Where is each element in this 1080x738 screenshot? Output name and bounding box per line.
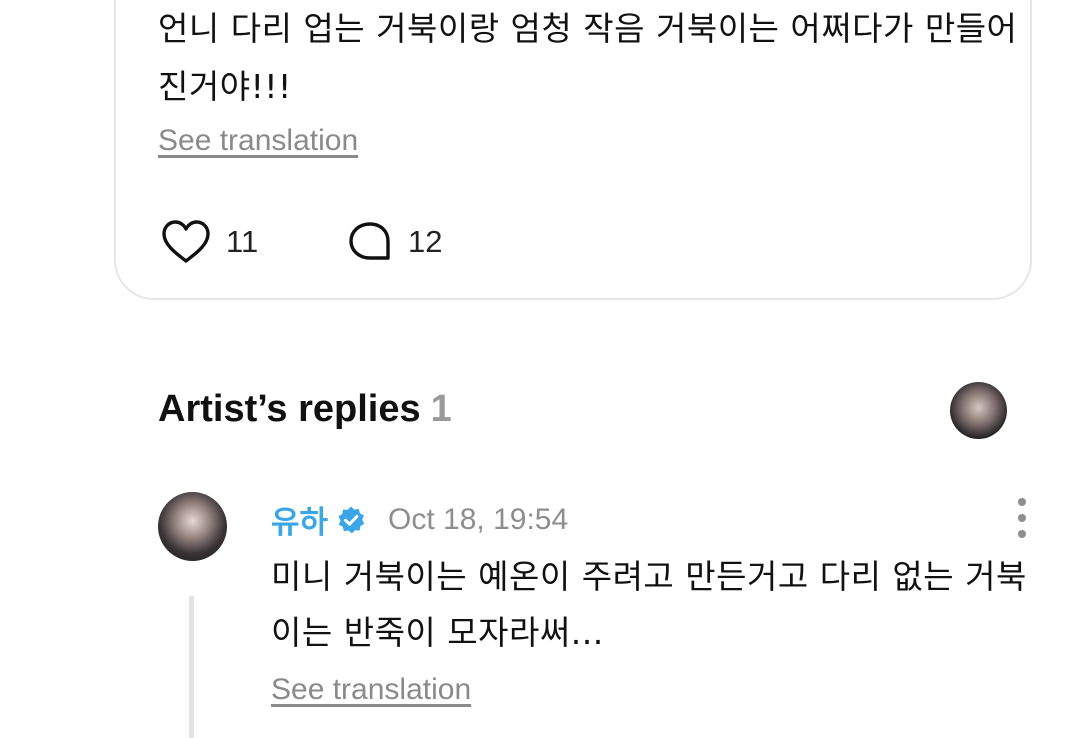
like-count: 11 xyxy=(226,224,259,259)
reply-author-avatar[interactable] xyxy=(158,492,227,561)
reply-meta: 유하 Oct 18, 19:54 xyxy=(271,497,568,542)
artist-replies-screen: 언니 다리 업는 거북이랑 엄청 작음 거북이는 어쩌다가 만들어진거야!!! … xyxy=(0,0,1080,738)
comment-text: 언니 다리 업는 거북이랑 엄청 작음 거북이는 어쩌다가 만들어진거야!!! xyxy=(158,9,1018,106)
heart-outline-icon xyxy=(162,220,210,263)
verified-badge-icon xyxy=(338,506,365,533)
speech-bubble-icon xyxy=(349,222,390,260)
reply-thread-line xyxy=(189,596,194,738)
reply-see-translation-link[interactable]: See translation xyxy=(271,673,471,707)
reply-text: 미니 거북이는 예온이 주려고 만든거고 다리 없는 거북이는 반죽이 모자라써… xyxy=(271,557,1027,652)
artist-replies-title: Artist’s replies xyxy=(158,388,421,430)
artist-replies-heading: Artist’s replies 1 xyxy=(158,388,452,431)
comment-actions: 11 12 xyxy=(160,219,442,265)
like-button[interactable]: 11 xyxy=(160,219,346,265)
reply-count: 12 xyxy=(408,224,443,259)
artist-replies-count: 1 xyxy=(430,388,452,430)
reply-timestamp: Oct 18, 19:54 xyxy=(388,502,569,536)
comment-see-translation-link[interactable]: See translation xyxy=(158,124,358,158)
artist-avatar[interactable] xyxy=(950,382,1007,439)
more-vertical-icon[interactable] xyxy=(1010,498,1034,538)
reply-count-button[interactable]: 12 xyxy=(346,220,442,264)
reply-author-name[interactable]: 유하 xyxy=(271,497,328,542)
